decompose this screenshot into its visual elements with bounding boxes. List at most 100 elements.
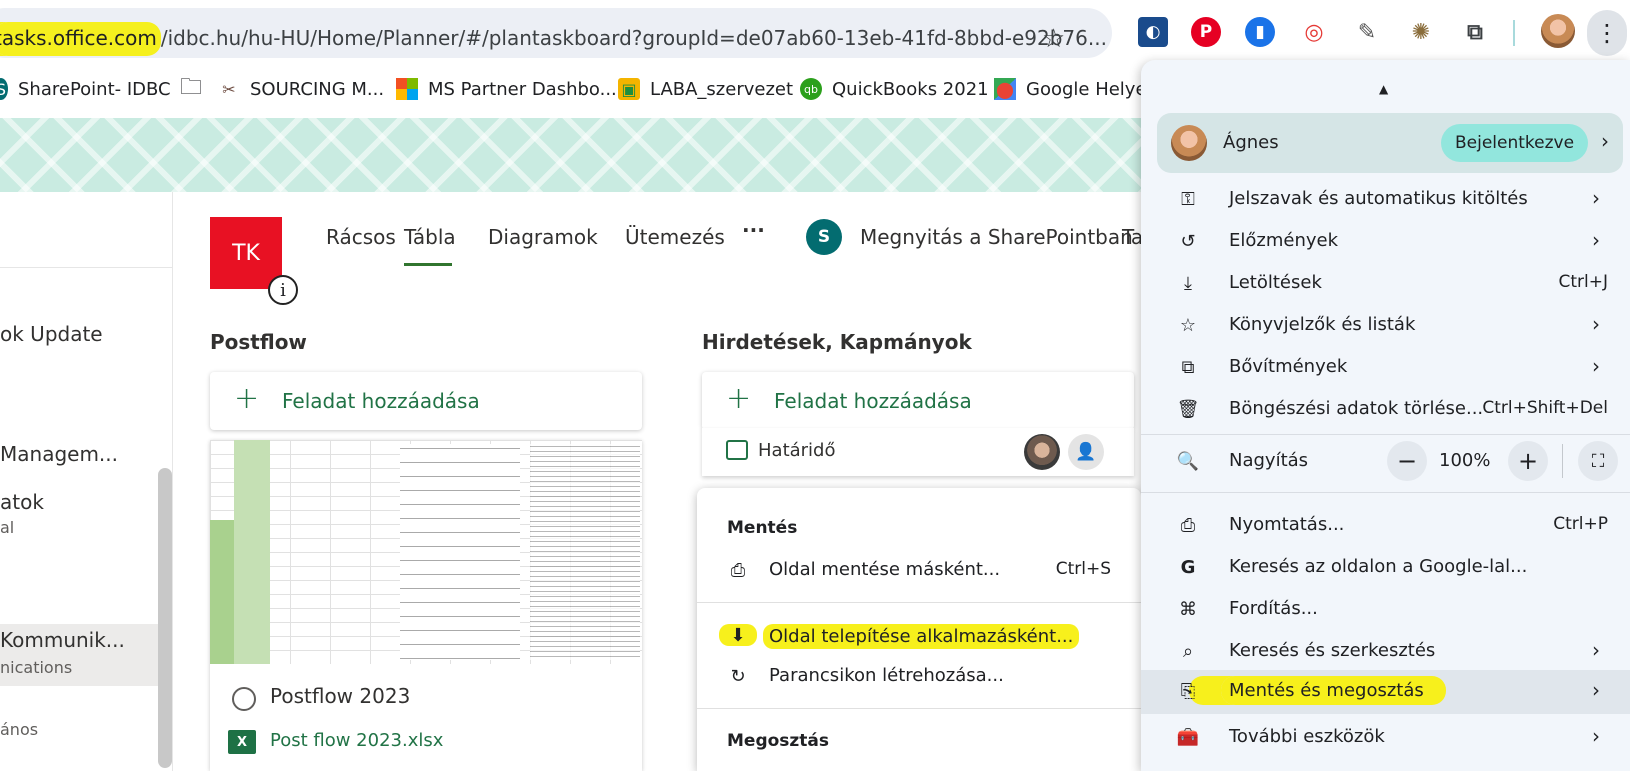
- find-icon: ⌕: [1182, 640, 1194, 662]
- bookmark-star-icon[interactable]: ☆: [1042, 24, 1065, 54]
- menu-extensions[interactable]: ⧉ Bővítmények ›: [1141, 346, 1630, 388]
- add-task-label: Feladat hozzáadása: [774, 389, 972, 413]
- menu-print[interactable]: ⎙ Nyomtatás... Ctrl+P: [1141, 504, 1630, 546]
- profile-row[interactable]: Ágnes Bejelentkezve ›: [1157, 113, 1623, 173]
- bookmark-google-places[interactable]: ⬤ Google Helyek: [994, 78, 1157, 100]
- microsoft-icon: [396, 78, 418, 100]
- tab-board[interactable]: Tábla: [404, 225, 456, 249]
- menu-bookmarks[interactable]: ☆ Könyvjelzők és listák ›: [1141, 304, 1630, 346]
- menu-translate[interactable]: ⌘ Fordítás...: [1141, 588, 1630, 630]
- add-task-label: Feladat hozzáadása: [282, 389, 480, 413]
- add-task-button-postflow[interactable]: + Feladat hozzáadása: [210, 372, 642, 430]
- google-icon: G: [1180, 556, 1196, 578]
- sheet-col: [234, 440, 270, 664]
- zoom-in-button[interactable]: +: [1508, 441, 1548, 481]
- bookmark-sharepoint[interactable]: S SharePoint- IDBC: [0, 78, 171, 100]
- more-tabs-button[interactable]: ···: [742, 218, 765, 242]
- task-card-ads[interactable]: Határidő 👤: [702, 428, 1134, 476]
- menu-item-label: Könyvjelzők és listák: [1229, 314, 1416, 335]
- bookmark-ms-partner[interactable]: MS Partner Dashbo...: [396, 78, 617, 100]
- url-text[interactable]: tasks.office.com/idbc.hu/hu-HU/Home/Plan…: [0, 22, 1107, 56]
- install-page-as-app-item[interactable]: ⬇ Oldal telepítése alkalmazásként...: [697, 615, 1141, 655]
- menu-find-edit[interactable]: ⌕ Keresés és szerkesztés ›: [1141, 630, 1630, 672]
- shortcut-icon: ↻: [730, 665, 746, 687]
- history-icon: ↺: [1180, 230, 1196, 252]
- menu-search-google[interactable]: G Keresés az oldalon a Google-lal...: [1141, 546, 1630, 588]
- due-date-label[interactable]: Határidő: [758, 440, 836, 461]
- folder-icon: 🗀: [180, 75, 203, 100]
- menu-item-label: Jelszavak és automatikus kitöltés: [1229, 188, 1528, 209]
- tab-charts[interactable]: Diagramok: [488, 225, 598, 249]
- fullscreen-icon[interactable]: ⛶: [1578, 441, 1618, 481]
- location-extension-icon[interactable]: ◎: [1299, 17, 1329, 47]
- address-bar[interactable]: tasks.office.com/idbc.hu/hu-HU/Home/Plan…: [0, 8, 1112, 58]
- calendar-icon: [726, 440, 748, 460]
- profile-avatar[interactable]: [1541, 14, 1575, 48]
- nav-scrollbar[interactable]: [158, 468, 172, 768]
- menu-passwords[interactable]: ⚿ Jelszavak és automatikus kitöltés ›: [1141, 178, 1630, 220]
- nav-item-anos[interactable]: ános: [0, 720, 38, 739]
- info-icon[interactable]: i: [268, 275, 298, 305]
- bookmark-laba[interactable]: ▣ LABA_szervezet: [618, 78, 793, 100]
- nav-item-update[interactable]: ok Update: [0, 322, 103, 346]
- menu-history[interactable]: ↺ Előzmények ›: [1141, 220, 1630, 262]
- bookmark-extension-icon[interactable]: ▮: [1245, 17, 1275, 47]
- pinterest-icon[interactable]: P: [1191, 17, 1221, 47]
- chevron-right-icon: ›: [1601, 129, 1609, 153]
- sheet-text: [530, 444, 640, 660]
- menu-item-shortcut: Ctrl+P: [1553, 514, 1608, 534]
- bucket-title-ads[interactable]: Hirdetések, Kapmányok: [702, 330, 972, 354]
- assignee-avatar[interactable]: [1024, 434, 1060, 470]
- quickbooks-icon: qb: [800, 78, 822, 100]
- task-title[interactable]: Postflow 2023: [270, 684, 410, 708]
- zoom-out-button[interactable]: −: [1387, 441, 1427, 481]
- menu-item-label: Letöltések: [1229, 272, 1322, 293]
- menu-downloads[interactable]: ⤓ Letöltések Ctrl+J: [1141, 262, 1630, 304]
- profile-name: Ágnes: [1223, 132, 1279, 153]
- extension-clock-icon[interactable]: ◐: [1138, 17, 1168, 47]
- nav-item-kommunikacio[interactable]: Kommunik...: [0, 628, 125, 652]
- open-in-sharepoint-link[interactable]: Megnyitás a SharePointban: [860, 225, 1133, 249]
- caret-up-icon: ▲: [1379, 82, 1389, 96]
- maps-icon: ⬤: [994, 78, 1016, 100]
- add-task-button-ads[interactable]: + Feladat hozzáadása: [702, 372, 1134, 430]
- menu-item-label: Nagyítás: [1229, 450, 1309, 471]
- bookmark-sourcing[interactable]: ✂ SOURCING M...: [218, 78, 384, 100]
- menu-save-share[interactable]: ⎘ Mentés és megosztás ›: [1141, 670, 1630, 714]
- sheet-col: [210, 520, 234, 664]
- sheet-text: [400, 444, 520, 660]
- plan-avatar: TK: [210, 217, 282, 289]
- tab-grid[interactable]: Rácsos: [326, 225, 396, 249]
- bookmark-label: MS Partner Dashbo...: [428, 78, 617, 100]
- nav-divider: [0, 267, 173, 268]
- palette-extension-icon[interactable]: ✺: [1406, 17, 1436, 47]
- save-page-as-item[interactable]: ⎙ Oldal mentése másként... Ctrl+S: [697, 550, 1141, 590]
- magic-wand-icon[interactable]: ✎: [1352, 17, 1382, 47]
- menu-more-tools[interactable]: 🧰 További eszközök ›: [1141, 716, 1630, 758]
- menu-clear-data[interactable]: 🗑 Böngészési adatok törlése... Ctrl+Shif…: [1141, 388, 1630, 430]
- create-shortcut-item[interactable]: ↻ Parancsikon létrehozása...: [697, 656, 1141, 696]
- tab-schedule[interactable]: Ütemezés: [625, 225, 725, 249]
- chevron-right-icon: ›: [1592, 228, 1600, 252]
- bookmark-quickbooks[interactable]: qb QuickBooks 2021: [800, 78, 989, 100]
- save-page-icon: ⎙: [730, 559, 746, 581]
- print-icon: ⎙: [1180, 514, 1196, 536]
- tab-cutoff[interactable]: Ta: [1122, 225, 1143, 249]
- attachment-link[interactable]: Post flow 2023.xlsx: [270, 730, 443, 751]
- bookmark-folder[interactable]: 🗀: [180, 75, 212, 100]
- download-icon: ⤓: [1184, 272, 1192, 294]
- task-card-postflow[interactable]: Postflow 2023 X Post flow 2023.xlsx: [210, 440, 642, 771]
- extensions-puzzle-icon[interactable]: ⧉: [1460, 17, 1490, 47]
- share-section-header: Megosztás: [727, 731, 830, 751]
- nav-item-management[interactable]: Managem...: [0, 442, 118, 466]
- nav-item-kommunikacio-sub: nications: [0, 658, 73, 677]
- zoom-separator: [1562, 444, 1563, 478]
- sharepoint-icon: S: [806, 219, 842, 255]
- bucket-title-postflow[interactable]: Postflow: [210, 330, 307, 354]
- bookmark-label: SOURCING M...: [250, 78, 385, 100]
- chrome-menu-button[interactable]: ⋮: [1587, 10, 1627, 56]
- submenu-divider: [697, 708, 1141, 709]
- nav-item-atok[interactable]: atok: [0, 490, 44, 514]
- task-complete-checkbox[interactable]: [232, 687, 256, 711]
- add-assignee-icon[interactable]: 👤: [1068, 434, 1104, 470]
